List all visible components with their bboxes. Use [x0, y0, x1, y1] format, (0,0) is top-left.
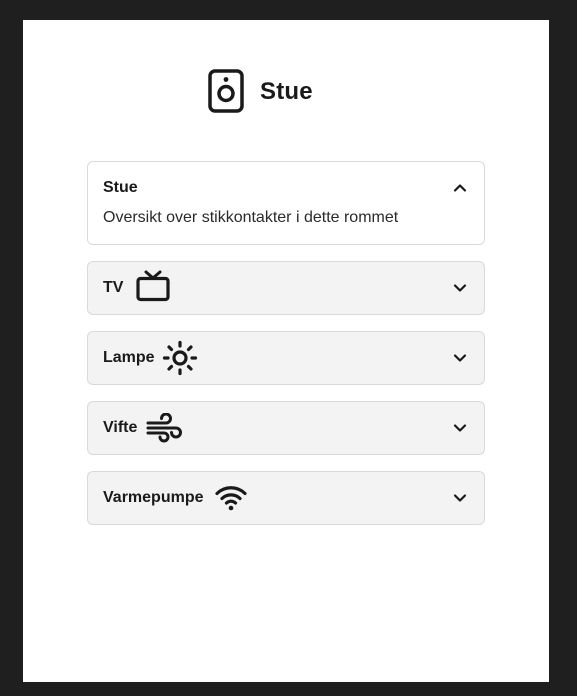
accordion-tv[interactable]: TV	[87, 261, 485, 315]
chevron-down-icon[interactable]	[453, 351, 467, 365]
accordion-title: Vifte	[103, 419, 138, 436]
chevron-down-icon[interactable]	[453, 491, 467, 505]
chevron-down-icon[interactable]	[453, 281, 467, 295]
accordion-stue[interactable]: Stue Oversikt over stikkontakter i dette…	[87, 161, 485, 245]
wifi-icon	[215, 486, 248, 511]
sun-icon	[162, 340, 197, 376]
accordion-lampe[interactable]: Lampe	[87, 331, 485, 385]
accordion-header[interactable]: Vifte	[103, 402, 469, 454]
tv-icon	[136, 270, 171, 301]
accordion-header[interactable]: Varmepumpe	[103, 472, 469, 524]
chevron-up-icon[interactable]	[453, 181, 467, 195]
accordion-title: Varmepumpe	[103, 489, 204, 506]
accordion-header[interactable]: TV	[103, 262, 469, 314]
room-title: Stue	[260, 78, 313, 105]
accordion-description: Oversikt over stikkontakter i dette romm…	[103, 209, 399, 226]
room-header: Stue	[208, 69, 313, 113]
wind-icon	[146, 413, 183, 443]
chevron-down-icon[interactable]	[453, 421, 467, 435]
speaker-icon	[208, 69, 244, 113]
accordion-varmepumpe[interactable]: Varmepumpe	[87, 471, 485, 525]
accordion-title: TV	[103, 279, 124, 296]
accordion-header[interactable]: Stue	[103, 162, 469, 214]
accordion-vifte[interactable]: Vifte	[87, 401, 485, 455]
accordion-title: Stue	[103, 179, 138, 196]
accordion-title: Lampe	[103, 349, 155, 366]
page-card: Stue Stue Oversikt over stikkontakter i …	[23, 20, 549, 682]
accordion-header[interactable]: Lampe	[103, 332, 469, 384]
